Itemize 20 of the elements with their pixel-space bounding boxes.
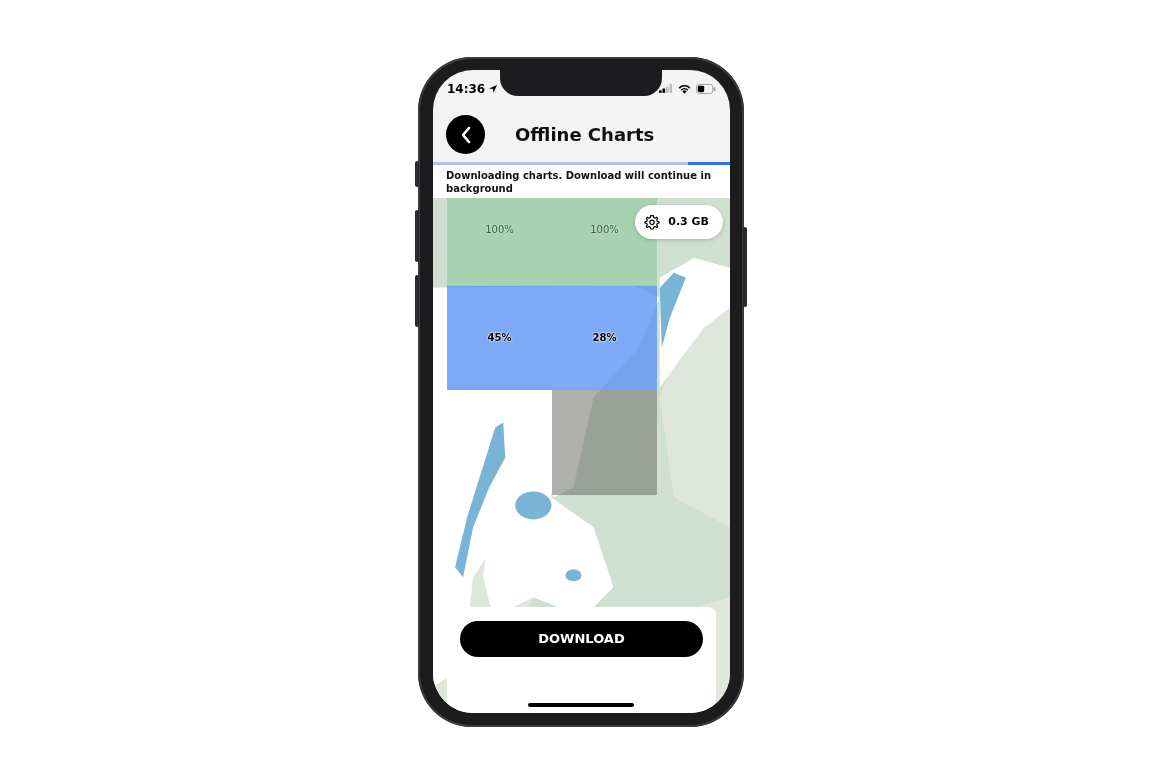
download-button[interactable]: DOWNLOAD — [460, 620, 703, 657]
chevron-left-icon — [459, 125, 472, 144]
clock-time: 14:36 — [447, 81, 486, 96]
battery-icon — [696, 83, 716, 94]
downloaded-tile[interactable]: 100% — [447, 197, 552, 286]
pending-tile[interactable] — [552, 389, 657, 495]
location-arrow-icon — [488, 83, 499, 94]
wifi-icon — [678, 83, 691, 94]
screen-title: Offline Charts — [515, 124, 655, 145]
download-notice: Downloading charts. Download will continue in background — [433, 164, 730, 198]
settings-icon — [644, 213, 661, 230]
downloading-tile[interactable]: 28% — [552, 285, 657, 390]
tile-percent: 45% — [487, 332, 512, 343]
signal-icon — [659, 84, 673, 93]
tile-percent: 28% — [592, 332, 617, 343]
tile-percent: 100% — [485, 223, 514, 235]
downloaded-tile[interactable]: 100% — [552, 197, 657, 286]
downloading-tile[interactable]: 45% — [447, 285, 552, 390]
back-button[interactable] — [446, 115, 485, 154]
tile-percent: 100% — [590, 223, 619, 235]
